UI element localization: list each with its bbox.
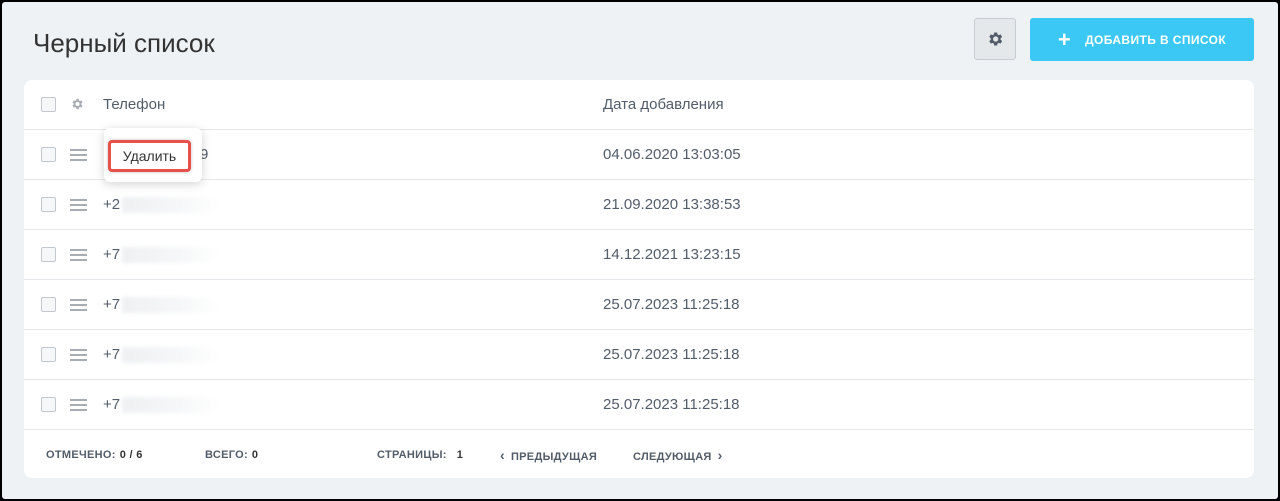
total-value: 0 [251, 449, 259, 461]
add-to-list-label: ДОБАВИТЬ В СПИСОК [1085, 32, 1227, 47]
table-row[interactable]: +7 25.07.2023 11:25:18 [24, 380, 1254, 430]
checked-count: ОТМЕЧЕНО: 0 / 6 [46, 449, 143, 461]
previous-page-button[interactable]: ‹ ПРЕДЫДУЩАЯ [500, 447, 597, 463]
pages-label: СТРАНИЦЫ: [377, 449, 447, 461]
menu-icon[interactable] [70, 348, 87, 361]
gear-icon [989, 32, 1003, 46]
column-header-phone[interactable]: Телефон [103, 96, 165, 113]
chevron-left-icon: ‹ [500, 447, 505, 463]
row-checkbox[interactable] [41, 147, 56, 162]
total-label: ВСЕГО: [205, 449, 248, 461]
redacted-phone [122, 397, 219, 414]
pages-info: СТРАНИЦЫ: 1 [377, 449, 463, 461]
total-count: ВСЕГО: 0 [205, 449, 258, 461]
redacted-phone [122, 297, 219, 314]
table-header: Телефон Дата добавления [24, 80, 1254, 130]
delete-menu-item[interactable]: Удалить [108, 140, 191, 172]
phone-cell: +7 [103, 295, 219, 314]
table-row[interactable]: 9 04.06.2020 13:03:05 [24, 130, 1254, 180]
table-row[interactable]: +7 25.07.2023 11:25:18 [24, 330, 1254, 380]
phone-cell: +2 [103, 195, 219, 214]
add-to-list-button[interactable]: + ДОБАВИТЬ В СПИСОК [1030, 18, 1254, 61]
phone-prefix: +7 [103, 245, 121, 263]
row-checkbox[interactable] [41, 397, 56, 412]
menu-icon[interactable] [70, 398, 87, 411]
column-settings-gear-icon[interactable] [70, 97, 84, 111]
checked-label: ОТМЕЧЕНО: [46, 449, 116, 461]
menu-icon[interactable] [70, 298, 87, 311]
menu-icon[interactable] [70, 148, 87, 161]
settings-button[interactable] [974, 18, 1016, 60]
date-cell: 04.06.2020 13:03:05 [603, 146, 741, 163]
page-title: Черный список [33, 28, 215, 58]
table-row[interactable]: +7 25.07.2023 11:25:18 [24, 280, 1254, 330]
date-cell: 25.07.2023 11:25:18 [603, 396, 740, 413]
redacted-phone [122, 347, 219, 364]
next-label: СЛЕДУЮЩАЯ [633, 451, 712, 463]
checked-value: 0 / 6 [119, 449, 143, 461]
chevron-right-icon: › [717, 447, 723, 463]
page-frame: Черный список + ДОБАВИТЬ В СПИСОК Телефо… [2, 2, 1278, 499]
menu-icon[interactable] [70, 198, 87, 211]
select-all-checkbox[interactable] [41, 97, 56, 112]
table-row[interactable]: +7 14.12.2021 13:23:15 [24, 230, 1254, 280]
row-checkbox[interactable] [41, 347, 56, 362]
phone-prefix: +2 [103, 195, 121, 213]
table-row[interactable]: +2 21.09.2020 13:38:53 [24, 180, 1254, 230]
date-cell: 25.07.2023 11:25:18 [603, 346, 740, 363]
phone-cell: +7 [103, 245, 219, 264]
next-page-button[interactable]: СЛЕДУЮЩАЯ › [633, 447, 723, 463]
redacted-phone [122, 247, 219, 264]
phone-cell: +7 [103, 395, 219, 414]
date-cell: 14.12.2021 13:23:15 [603, 246, 741, 263]
menu-icon[interactable] [70, 248, 87, 261]
row-checkbox[interactable] [41, 197, 56, 212]
table-footer: ОТМЕЧЕНО: 0 / 6 ВСЕГО: 0 СТРАНИЦЫ: 1 ‹ ПРЕДЫ… [24, 432, 1254, 478]
phone-prefix: +7 [103, 395, 121, 413]
date-cell: 25.07.2023 11:25:18 [603, 296, 740, 313]
phone-prefix: +7 [103, 345, 121, 363]
date-cell: 21.09.2020 13:38:53 [603, 196, 741, 213]
previous-label: ПРЕДЫДУЩАЯ [510, 451, 598, 463]
pages-value[interactable]: 1 [457, 449, 463, 461]
phone-cell: +7 [103, 345, 219, 364]
plus-icon: + [1057, 26, 1072, 52]
phone-prefix: +7 [103, 295, 121, 313]
row-checkbox[interactable] [41, 297, 56, 312]
row-checkbox[interactable] [41, 247, 56, 262]
column-header-date[interactable]: Дата добавления [603, 96, 724, 113]
redacted-phone [122, 197, 219, 214]
blacklist-table: Телефон Дата добавления 9 04.06.2020 13:… [24, 80, 1254, 478]
